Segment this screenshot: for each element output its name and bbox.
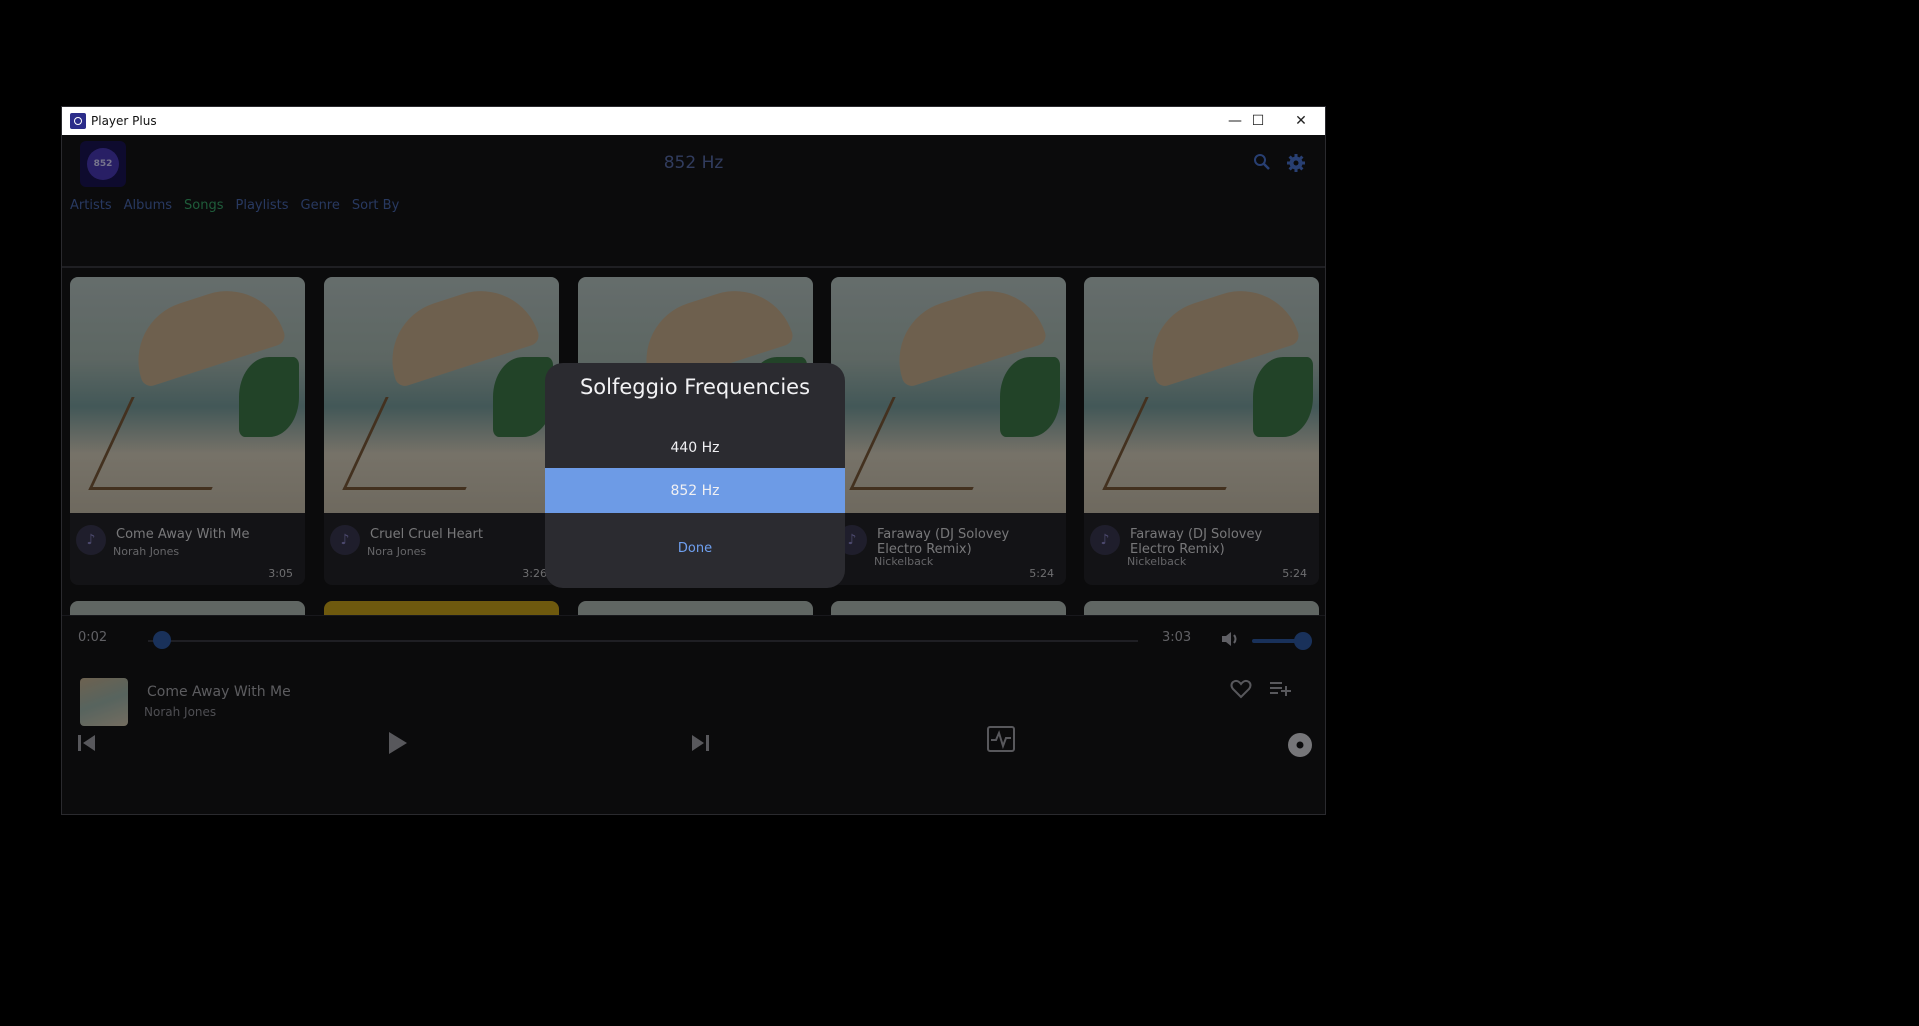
close-button[interactable]: ✕: [1278, 107, 1324, 135]
maximize-button[interactable]: ☐: [1235, 107, 1281, 135]
app-window: Player Plus — ☐ ✕ 852 852 Hz Artists Alb…: [61, 106, 1326, 815]
title-bar: Player Plus — ☐ ✕: [62, 107, 1325, 135]
frequency-dialog: Solfeggio Frequencies 440 Hz 852 Hz Done: [545, 363, 845, 588]
option-440-hz[interactable]: 440 Hz: [545, 425, 845, 470]
dialog-title: Solfeggio Frequencies: [579, 375, 811, 399]
done-button[interactable]: Done: [545, 541, 845, 556]
window-title: Player Plus: [91, 114, 157, 128]
option-852-hz[interactable]: 852 Hz: [545, 468, 845, 513]
app-icon: [70, 113, 86, 129]
